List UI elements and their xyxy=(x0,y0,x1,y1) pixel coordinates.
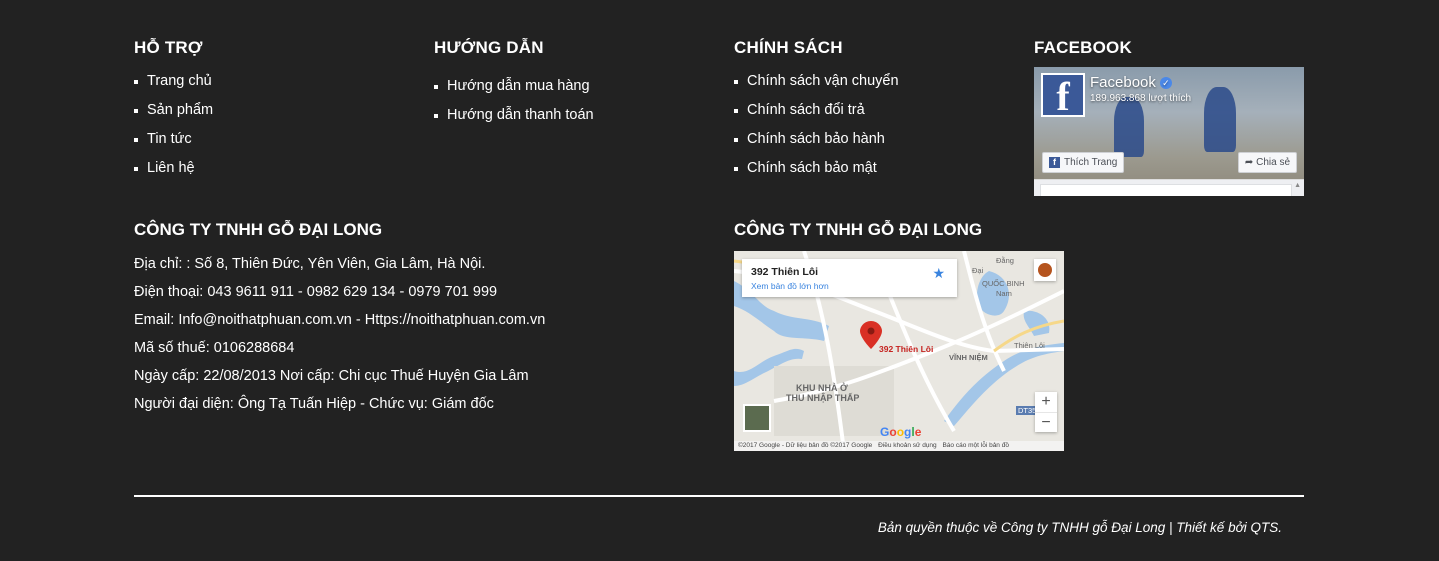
map-label: Thiên Lôi xyxy=(1014,341,1045,350)
map-label: KHU NHÀ Ở xyxy=(796,383,848,393)
policy-links: Chính sách vận chuyển Chính sách đổi trả… xyxy=(734,67,899,183)
satellite-toggle[interactable] xyxy=(743,404,771,432)
larger-map-link[interactable]: Xem bản đồ lớn hơn xyxy=(751,281,829,291)
facebook-feed-area: ▲ xyxy=(1034,179,1304,196)
save-star-icon[interactable]: ★ xyxy=(932,265,945,282)
list-item: Hướng dẫn thanh toán xyxy=(434,101,594,130)
map-label: Nam xyxy=(996,289,1012,298)
link-huong-dan-mua-hang[interactable]: Hướng dẫn mua hàng xyxy=(447,78,590,94)
list-item: Trang chủ xyxy=(134,67,213,96)
list-item: Chính sách bảo hành xyxy=(734,125,899,154)
guide-links: Hướng dẫn mua hàng Hướng dẫn thanh toán xyxy=(434,72,594,130)
street-view-figure xyxy=(1038,263,1052,277)
list-item: Chính sách vận chuyển xyxy=(734,67,899,96)
map-pin-label: 392 Thiên Lôi xyxy=(879,344,934,354)
like-page-button[interactable]: f Thích Trang xyxy=(1042,152,1125,173)
map-report-link[interactable]: Báo cáo một lỗi bản đồ xyxy=(942,442,1009,449)
company-title: CÔNG TY TNHH GỖ ĐẠI LONG xyxy=(134,220,383,239)
column-title-ho-tro: HỖ TRỢ xyxy=(134,38,203,57)
map-label: Đằng xyxy=(996,256,1014,265)
company-issue-info: Ngày cấp: 22/08/2013 Nơi cấp: Chi cục Th… xyxy=(134,368,529,384)
facebook-logo-icon[interactable]: f xyxy=(1041,73,1085,119)
map-section-title: CÔNG TY TNHH GỖ ĐẠI LONG xyxy=(734,220,983,239)
link-huong-dan-thanh-toan[interactable]: Hướng dẫn thanh toán xyxy=(447,107,594,123)
zoom-control: + − xyxy=(1035,392,1057,432)
feed-post xyxy=(1040,184,1292,196)
list-item: Tin tức xyxy=(134,125,213,154)
column-title-huong-dan: HƯỚNG DẪN xyxy=(434,38,544,57)
column-title-facebook: FACEBOOK xyxy=(1034,38,1132,57)
footer-divider xyxy=(134,495,1304,497)
column-title-chinh-sach: CHÍNH SÁCH xyxy=(734,38,843,57)
link-lien-he[interactable]: Liên hệ xyxy=(147,160,195,176)
support-links: Trang chủ Sản phẩm Tin tức Liên hệ xyxy=(134,67,213,183)
facebook-f-icon: f xyxy=(1049,157,1060,168)
cover-photo-figure xyxy=(1204,87,1236,152)
company-address: Địa chỉ: : Số 8, Thiên Đức, Yên Viên, Gi… xyxy=(134,256,486,272)
google-map[interactable]: Đại QUỐC BINH Nam Thiên Lôi VĨNH NIỆM KH… xyxy=(734,251,1064,451)
link-tin-tuc[interactable]: Tin tức xyxy=(147,131,192,147)
facebook-like-count: 189.963.868 lượt thích xyxy=(1090,93,1192,104)
share-label: Chia sẻ xyxy=(1256,157,1290,168)
link-chinh-sach-doi-tra[interactable]: Chính sách đổi trả xyxy=(747,102,865,118)
share-button[interactable]: ➦ Chia sẻ xyxy=(1237,152,1297,173)
zoom-out-button[interactable]: − xyxy=(1035,413,1057,433)
link-trang-chu[interactable]: Trang chủ xyxy=(147,73,212,89)
map-copyright: ©2017 Google - Dữ liệu bản đồ ©2017 Goog… xyxy=(738,442,873,449)
cover-photo-figure xyxy=(1114,97,1144,157)
map-terms-link[interactable]: Điều khoản sử dụng xyxy=(878,442,937,449)
company-tax-code: Mã số thuế: 0106288684 xyxy=(134,340,295,356)
link-san-pham[interactable]: Sản phẩm xyxy=(147,102,213,118)
company-representative: Người đại diện: Ông Tạ Tuấn Hiệp - Chức … xyxy=(134,396,494,412)
company-phone: Điện thoại: 043 9611 911 - 0982 629 134 … xyxy=(134,284,498,300)
facebook-page-widget[interactable]: f Facebook ✓ 189.963.868 lượt thích f Thíc… xyxy=(1034,67,1304,196)
map-label: THU NHẬP THẤP xyxy=(786,393,860,403)
street-view-icon[interactable] xyxy=(1034,259,1056,281)
list-item: Chính sách bảo mật xyxy=(734,154,899,183)
map-label: VĨNH NIỆM xyxy=(949,353,988,362)
like-page-label: Thích Trang xyxy=(1064,157,1118,168)
link-chinh-sach-bao-mat[interactable]: Chính sách bảo mật xyxy=(747,160,877,176)
copyright-text: Bản quyền thuộc về Công ty TNHH gỗ Đại L… xyxy=(877,520,1282,535)
company-info: Địa chỉ: : Số 8, Thiên Đức, Yên Viên, Gi… xyxy=(134,250,545,418)
link-chinh-sach-van-chuyen[interactable]: Chính sách vận chuyển xyxy=(747,73,899,89)
list-item: Chính sách đổi trả xyxy=(734,96,899,125)
company-email: Email: Info@noithatphuan.com.vn - Https:… xyxy=(134,312,546,328)
map-label: QUỐC BINH xyxy=(982,279,1025,288)
verified-badge-icon: ✓ xyxy=(1159,77,1172,89)
list-item: Sản phẩm xyxy=(134,96,213,125)
place-info-card: 392 Thiên Lôi Xem bản đồ lớn hơn ★ xyxy=(742,259,957,297)
google-logo: Google xyxy=(880,425,922,439)
place-name: 392 Thiên Lôi xyxy=(751,266,819,278)
link-chinh-sach-bao-hanh[interactable]: Chính sách bảo hành xyxy=(747,131,885,147)
zoom-in-button[interactable]: + xyxy=(1035,392,1057,413)
list-item: Liên hệ xyxy=(134,154,213,183)
map-attribution: ©2017 Google - Dữ liệu bản đồ ©2017 Goog… xyxy=(734,441,1064,451)
map-label: Đại xyxy=(972,266,984,275)
facebook-page-name[interactable]: Facebook xyxy=(1090,74,1156,91)
list-item: Hướng dẫn mua hàng xyxy=(434,72,594,101)
share-arrow-icon: ➦ xyxy=(1244,157,1257,168)
scroll-up-icon[interactable]: ▲ xyxy=(1294,182,1301,189)
facebook-page-name-row: Facebook ✓ xyxy=(1090,74,1172,91)
